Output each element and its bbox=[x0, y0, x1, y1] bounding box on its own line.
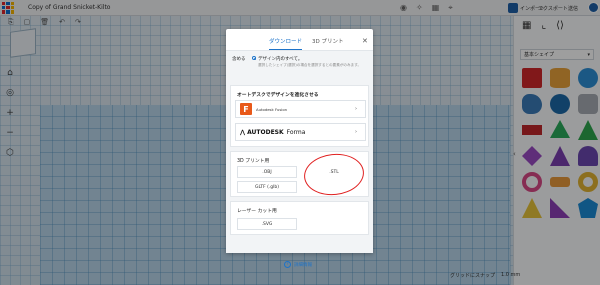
autodesk-forma-button[interactable]: ⋀ AUTODESK Forma › bbox=[235, 123, 366, 141]
include-all-radio[interactable] bbox=[252, 56, 256, 60]
include-hint: 選択したシェイプ(選択)の場合を選択するとの要素がのみます。 bbox=[258, 63, 362, 67]
export-dialog: ダウンロード 3D プリント ✕ 含める デザイン内のすべて。 選択したシェイプ… bbox=[226, 29, 373, 268]
autodesk-card: オートデスクでデザインを進化させる F Autodesk Fusion › ⋀ … bbox=[230, 85, 369, 147]
include-label: 含める bbox=[232, 57, 246, 62]
chevron-right-icon: › bbox=[355, 106, 357, 112]
export-tabs: ダウンロード 3D プリント ✕ bbox=[226, 29, 373, 51]
help-icon: ? bbox=[284, 261, 291, 268]
gltf-button[interactable]: GLTF (.glb) bbox=[237, 181, 297, 193]
tab-download[interactable]: ダウンロード bbox=[269, 37, 303, 50]
dialog-body: 含める デザイン内のすべて。 選択したシェイプ(選択)の場合を選択するとの要素が… bbox=[226, 51, 373, 268]
obj-button[interactable]: .OBJ bbox=[237, 166, 297, 178]
autodesk-card-title: オートデスクでデザインを進化させる bbox=[237, 93, 319, 98]
learn-more-link[interactable]: ? 詳細情報 bbox=[284, 261, 312, 268]
autodesk-fusion-button[interactable]: F Autodesk Fusion › bbox=[235, 100, 366, 118]
fusion-label: Autodesk Fusion bbox=[256, 106, 288, 112]
fusion-icon: F bbox=[240, 103, 252, 115]
learn-more-label: 詳細情報 bbox=[294, 262, 312, 268]
print-card-title: 3D プリント用 bbox=[237, 159, 270, 164]
tab-3d-print[interactable]: 3D プリント bbox=[312, 37, 343, 45]
close-icon[interactable]: ✕ bbox=[362, 37, 368, 45]
laser-card-title: レーザー カット用 bbox=[237, 209, 277, 214]
svg-button[interactable]: .SVG bbox=[237, 218, 297, 230]
forma-product: Forma bbox=[286, 128, 306, 136]
forma-brand: AUTODESK bbox=[247, 128, 284, 136]
autodesk-logo-icon: ⋀ bbox=[240, 128, 246, 136]
chevron-right-icon: › bbox=[355, 129, 357, 135]
include-all-label[interactable]: デザイン内のすべて。 bbox=[258, 56, 302, 62]
laser-cut-card: レーザー カット用 .SVG bbox=[230, 201, 369, 235]
